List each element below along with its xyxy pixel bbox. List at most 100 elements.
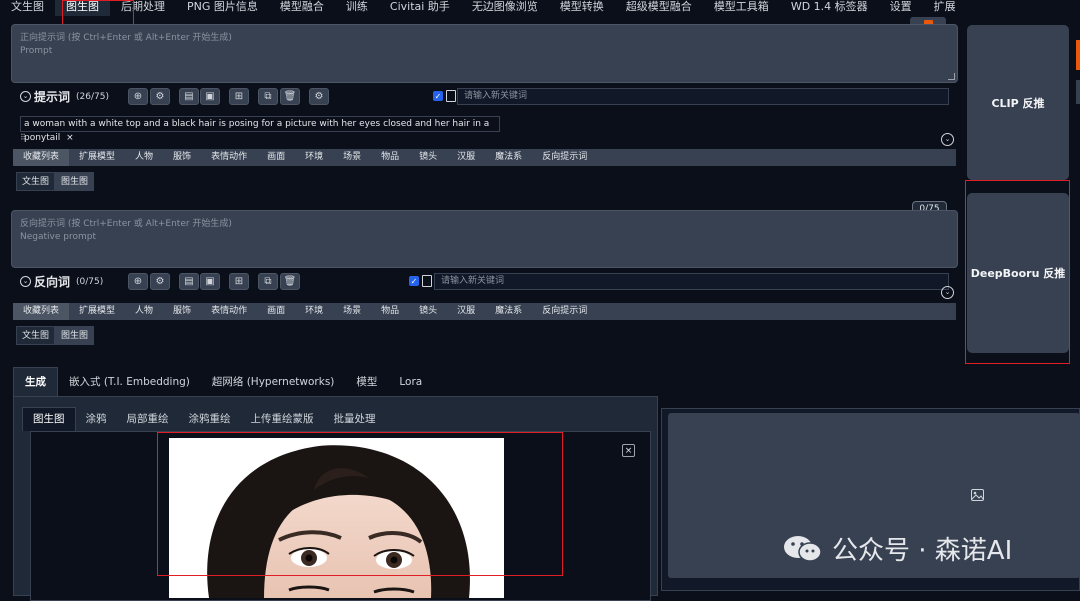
negative-category-tab-11[interactable]: 魔法系 [485,303,532,320]
category-subtab-0[interactable]: 文生图 [16,172,56,191]
main-tab-1[interactable]: 嵌入式 (T.I. Embedding) [58,368,201,396]
watermark: 公众号 · 森诺AI [782,530,1012,567]
negative-category-tab-12[interactable]: 反向提示词 [532,303,597,320]
gear-icon[interactable]: ⚙ [150,88,170,105]
image-tab-3[interactable]: 涂鸦重绘 [179,408,241,431]
highlight-box-deepbooru [965,180,1070,364]
copy-icon[interactable]: ⧉ [258,88,278,105]
drag-handle-icon: ⠿ [20,133,26,142]
image-tab-4[interactable]: 上传重绘蒙版 [241,408,324,431]
notebook-icon [422,275,432,287]
bookmark-icon[interactable]: ▣ [200,273,220,290]
side-accent [1076,40,1080,70]
category-tab-4[interactable]: 表情动作 [201,149,257,166]
negative-category-tab-2[interactable]: 人物 [125,303,163,320]
negative-label-row: ⌄ 反向词 (0/75) [20,274,103,289]
image-tab-2[interactable]: 局部重绘 [117,408,179,431]
top-tab-11[interactable]: WD 1.4 标签器 [780,0,879,16]
category-tab-3[interactable]: 服饰 [163,149,201,166]
category-subtab-1[interactable]: 图生图 [55,172,95,191]
top-tab-8[interactable]: 模型转换 [549,0,615,16]
settings-icon[interactable]: ⚙ [309,88,329,105]
highlight-box-img2img-tab [62,0,134,27]
top-tab-5[interactable]: 训练 [335,0,379,16]
main-tab-3[interactable]: 模型 [345,368,388,396]
negative-prompt-textarea[interactable]: 反向提示词 (按 Ctrl+Enter 或 Alt+Enter 开始生成) Neg… [11,210,958,268]
negative-category-tab-7[interactable]: 场景 [333,303,371,320]
main-tabs: 生成 嵌入式 (T.I. Embedding) 超网络 (Hypernetworks… [13,367,433,396]
chevron-down-icon[interactable]: ⌄ [20,91,31,102]
category-subtabs: 文生图 图生图 [16,172,95,191]
main-tab-4[interactable]: Lora [388,368,433,396]
top-tab-9[interactable]: 超级模型融合 [615,0,703,16]
prompt-tag[interactable]: a woman with a white top and a black hai… [20,116,500,143]
negative-category-subtab-1[interactable]: 图生图 [55,326,95,345]
chevron-down-icon[interactable]: ⌄ [20,276,31,287]
negative-category-tab-9[interactable]: 镜头 [409,303,447,320]
resize-handle[interactable] [948,73,955,80]
negative-category-tab-8[interactable]: 物品 [371,303,409,320]
negative-category-tab-4[interactable]: 表情动作 [201,303,257,320]
negative-keyword-input[interactable]: 请输入新关键词 [434,273,949,290]
category-tab-7[interactable]: 场景 [333,149,371,166]
category-tab-12[interactable]: 反向提示词 [532,149,597,166]
history-icon[interactable]: ▤ [179,273,199,290]
prompt-placeholder: 正向提示词 (按 Ctrl+Enter 或 Alt+Enter 开始生成) Pro… [20,33,232,56]
image-tab-1[interactable]: 涂鸦 [76,408,117,431]
negative-category-tab-5[interactable]: 画面 [257,303,295,320]
history-icon[interactable]: ▤ [179,88,199,105]
close-icon[interactable]: × [622,444,635,457]
image-tab-0[interactable]: 图生图 [22,407,76,431]
top-tab-12[interactable]: 设置 [879,0,923,16]
trash-icon[interactable]: 🗑 [280,88,300,105]
category-tab-5[interactable]: 画面 [257,149,295,166]
top-tab-3[interactable]: PNG 图片信息 [176,0,269,16]
image-mode-tabs: 图生图 涂鸦 局部重绘 涂鸦重绘 上传重绘蒙版 批量处理 [22,407,386,431]
negative-category-tab-1[interactable]: 扩展模型 [69,303,125,320]
tag-close-icon[interactable]: × [66,133,74,143]
globe-icon[interactable]: ⊕ [128,88,148,105]
negative-category-tab-3[interactable]: 服饰 [163,303,201,320]
category-tab-8[interactable]: 物品 [371,149,409,166]
collapse-icon[interactable]: ⌄ [941,286,954,299]
translate-icon[interactable]: ⊞ [229,273,249,290]
category-tab-9[interactable]: 镜头 [409,149,447,166]
collapse-icon[interactable]: ⌄ [941,133,954,146]
top-tab-0[interactable]: 文生图 [0,0,55,16]
prompt-tag-text: a woman with a white top and a black hai… [24,119,490,143]
notebook-icon [446,90,456,102]
negative-keyword-checkbox[interactable]: ✓ [409,276,419,286]
trash-icon[interactable]: 🗑 [280,273,300,290]
category-bar: 收藏列表 扩展模型 人物 服饰 表情动作 画面 环境 场景 物品 镜头 汉服 魔法系 反向提示词 [13,149,956,166]
top-tab-6[interactable]: Civitai 助手 [379,0,461,16]
clip-interrogate-button[interactable]: CLIP 反推 [967,25,1069,180]
category-tab-10[interactable]: 汉服 [447,149,485,166]
category-tab-11[interactable]: 魔法系 [485,149,532,166]
keyword-checkbox[interactable]: ✓ [433,91,443,101]
image-tab-5[interactable]: 批量处理 [324,408,386,431]
top-tab-4[interactable]: 模型融合 [269,0,335,16]
category-tab-6[interactable]: 环境 [295,149,333,166]
gear-icon[interactable]: ⚙ [150,273,170,290]
main-tab-0[interactable]: 生成 [13,367,58,396]
prompt-textarea[interactable]: 正向提示词 (按 Ctrl+Enter 或 Alt+Enter 开始生成) Pro… [11,24,958,83]
globe-icon[interactable]: ⊕ [128,273,148,290]
top-tab-7[interactable]: 无边图像浏览 [461,0,549,16]
negative-category-tab-10[interactable]: 汉服 [447,303,485,320]
copy-icon[interactable]: ⧉ [258,273,278,290]
top-tab-13[interactable]: 扩展 [923,0,967,16]
negative-category-tab-0[interactable]: 收藏列表 [13,303,70,320]
keyword-input[interactable]: 请输入新关键词 [457,88,949,105]
negative-category-subtabs: 文生图 图生图 [16,326,95,345]
main-tab-2[interactable]: 超网络 (Hypernetworks) [201,368,346,396]
negative-label: 反向词 [34,275,71,289]
translate-icon[interactable]: ⊞ [229,88,249,105]
bookmark-icon[interactable]: ▣ [200,88,220,105]
watermark-text: 公众号 · 森诺AI [832,536,1013,566]
category-tab-0[interactable]: 收藏列表 [13,149,70,166]
top-tab-10[interactable]: 模型工具箱 [703,0,780,16]
negative-category-subtab-0[interactable]: 文生图 [16,326,56,345]
category-tab-1[interactable]: 扩展模型 [69,149,125,166]
category-tab-2[interactable]: 人物 [125,149,163,166]
negative-category-tab-6[interactable]: 环境 [295,303,333,320]
